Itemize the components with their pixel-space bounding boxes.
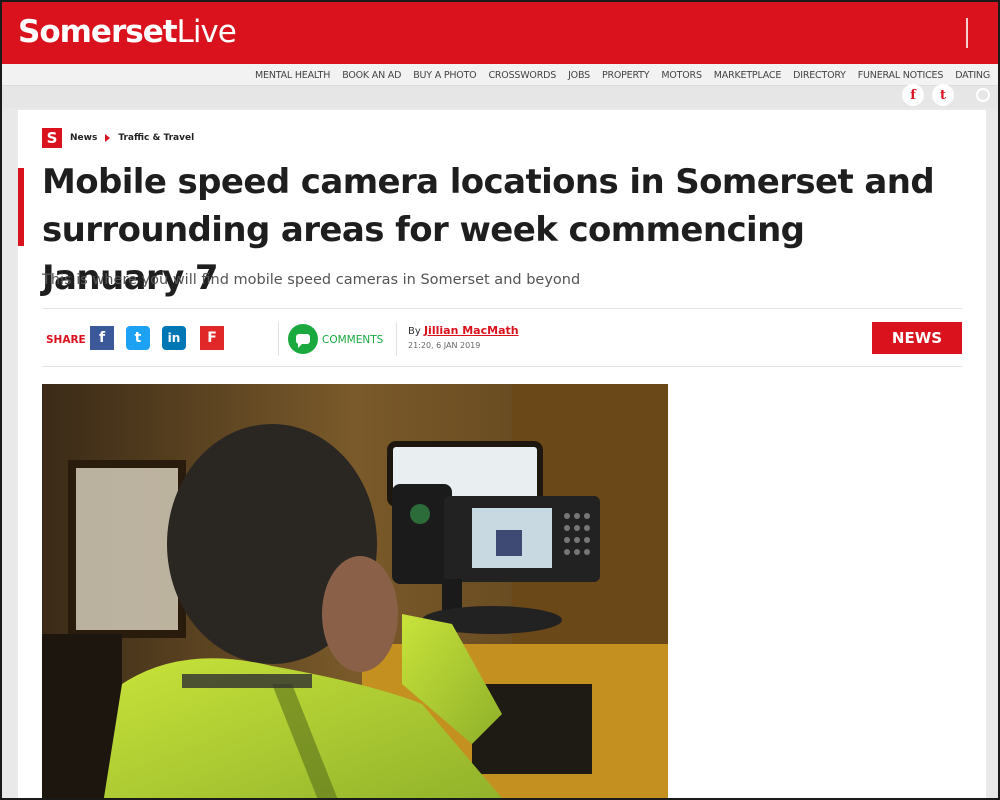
- linkedin-share-icon[interactable]: in: [162, 326, 186, 350]
- utility-link-dating[interactable]: DATING: [949, 70, 996, 81]
- comments-link[interactable]: COMMENTS: [322, 334, 383, 346]
- publish-date: 21:20, 6 JAN 2019: [408, 341, 481, 350]
- facebook-share-icon[interactable]: f: [90, 326, 114, 350]
- utility-bar: MENTAL HEALTH BOOK AN AD BUY A PHOTO CRO…: [2, 64, 998, 86]
- category-badge[interactable]: NEWS: [872, 322, 962, 354]
- divider-top: [42, 308, 962, 309]
- brand-s-icon[interactable]: S: [42, 128, 62, 148]
- byline: By Jillian MacMath: [408, 324, 519, 337]
- main-nav: [2, 86, 998, 108]
- facebook-icon[interactable]: f: [902, 84, 924, 106]
- article-photo[interactable]: [42, 384, 668, 798]
- photo-illustration: [42, 384, 668, 798]
- browser-frame: SomersetLive MENTAL HEALTH BOOK AN AD BU…: [0, 0, 1000, 800]
- utility-link-mental-health[interactable]: MENTAL HEALTH: [249, 70, 336, 81]
- logo-text-light: Live: [176, 14, 237, 50]
- utility-link-jobs[interactable]: JOBS: [562, 70, 596, 81]
- site-header: SomersetLive: [2, 2, 998, 64]
- breadcrumb-arrow-icon: [105, 134, 111, 142]
- share-label: SHARE: [46, 334, 86, 346]
- search-icon[interactable]: [976, 88, 990, 102]
- utility-link-directory[interactable]: DIRECTORY: [787, 70, 852, 81]
- author-link[interactable]: Jillian MacMath: [424, 324, 519, 337]
- article-standfirst: This is where you will find mobile speed…: [42, 272, 581, 288]
- share-row: SHARE f t in F COMMENTS By Jillian MacMa…: [42, 322, 962, 358]
- utility-link-marketplace[interactable]: MARKETPLACE: [708, 70, 787, 81]
- utility-link-book-an-ad[interactable]: BOOK AN AD: [336, 70, 407, 81]
- article-card: S News Traffic & Travel Mobile speed cam…: [18, 110, 986, 798]
- utility-link-crosswords[interactable]: CROSSWORDS: [482, 70, 562, 81]
- breadcrumb-news[interactable]: News: [70, 133, 97, 143]
- divider-bottom: [42, 366, 962, 367]
- utility-link-buy-a-photo[interactable]: BUY A PHOTO: [407, 70, 482, 81]
- utility-link-funeral-notices[interactable]: FUNERAL NOTICES: [852, 70, 949, 81]
- breadcrumb-traffic-travel[interactable]: Traffic & Travel: [118, 133, 194, 143]
- share-divider: [278, 322, 279, 356]
- logo-text-bold: Somerset: [18, 14, 178, 50]
- twitter-icon[interactable]: t: [932, 84, 954, 106]
- site-logo[interactable]: SomersetLive: [18, 14, 237, 50]
- utility-link-motors[interactable]: MOTORS: [655, 70, 707, 81]
- utility-link-property[interactable]: PROPERTY: [596, 70, 655, 81]
- header-divider: [966, 18, 968, 48]
- twitter-share-icon[interactable]: t: [126, 326, 150, 350]
- breadcrumb: S News Traffic & Travel: [42, 128, 194, 148]
- byline-prefix: By: [408, 326, 421, 337]
- headline-accent-bar: [18, 168, 24, 246]
- comments-icon[interactable]: [288, 324, 318, 354]
- comments-divider: [396, 322, 397, 356]
- flipboard-share-icon[interactable]: F: [200, 326, 224, 350]
